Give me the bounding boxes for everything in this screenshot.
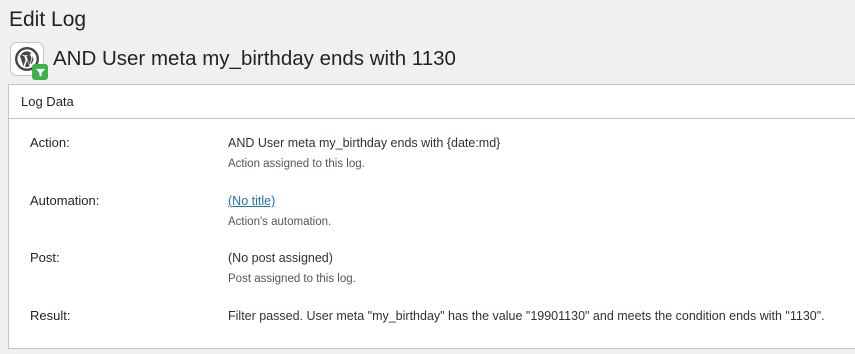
action-label: Action: (30, 135, 70, 150)
post-description: Post assigned to this log. (228, 273, 356, 285)
panel-header: Log Data (9, 85, 855, 119)
wordpress-logo-icon (10, 42, 48, 80)
result-label: Result: (30, 308, 71, 323)
post-label: Post: (30, 250, 60, 265)
log-title-row: AND User meta my_birthday ends with 1130 (10, 40, 456, 80)
automation-description: Action's automation. (228, 216, 332, 228)
page-title: Edit Log (9, 8, 87, 31)
log-title: AND User meta my_birthday ends with 1130 (53, 47, 456, 70)
automation-label: Automation: (30, 193, 100, 208)
action-description: Action assigned to this log. (228, 158, 365, 170)
result-value: Filter passed. User meta "my_birthday" h… (228, 309, 825, 323)
action-value: AND User meta my_birthday ends with {dat… (228, 136, 501, 150)
log-data-panel: Log Data Action: AND User meta my_birthd… (8, 84, 855, 349)
automation-value: (No title) (228, 192, 275, 210)
post-value: (No post assigned) (228, 251, 333, 265)
filter-icon (32, 64, 48, 80)
automation-link[interactable]: (No title) (228, 194, 275, 208)
